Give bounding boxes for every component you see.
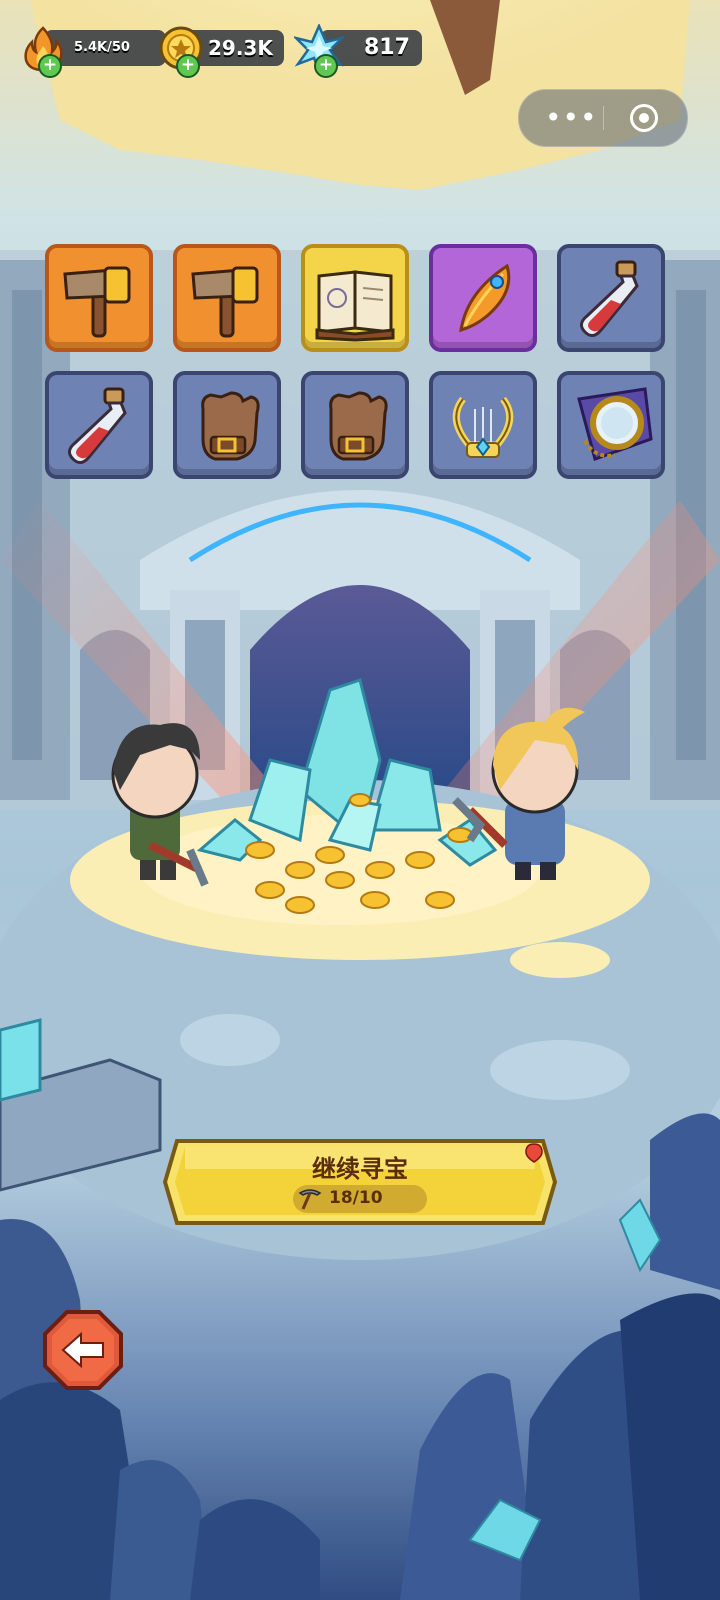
potion-icon <box>580 260 639 337</box>
progress-pill: 18/10 <box>293 1185 427 1213</box>
energy-add-icon[interactable]: + <box>38 54 62 78</box>
progress-text: 18/10 <box>329 1188 383 1208</box>
pickaxe-icon <box>298 1189 322 1210</box>
gem-counter[interactable]: 817 + <box>294 24 424 78</box>
red-dot-icon <box>525 1143 543 1163</box>
item-slot-leather-glove[interactable] <box>301 371 409 479</box>
pocket-watch-icon <box>577 387 653 461</box>
gem-add-icon[interactable]: + <box>314 54 338 78</box>
book-icon <box>315 270 395 342</box>
continue-label: 继续寻宝 <box>312 1155 408 1183</box>
lyre-icon <box>452 396 514 458</box>
capsule-divider <box>603 106 604 130</box>
item-slot-leather-glove[interactable] <box>173 371 281 479</box>
hammer-icon <box>63 266 131 338</box>
item-slot-lyre[interactable] <box>429 371 537 479</box>
energy-counter[interactable]: 5.4K/50 + <box>18 24 166 78</box>
gem-value: 817 <box>364 35 410 60</box>
coin-counter[interactable]: 29.3K + <box>156 24 286 78</box>
item-slot-hammer[interactable] <box>45 244 153 352</box>
item-slot-red-potion[interactable] <box>45 371 153 479</box>
continue-treasure-button[interactable]: 继续寻宝 18/10 <box>163 1137 557 1227</box>
glove-icon <box>329 391 388 461</box>
miniprogram-capsule: ••• <box>518 89 688 147</box>
back-arrow-icon[interactable] <box>43 1310 123 1390</box>
glove-icon <box>201 391 260 461</box>
potion-icon <box>68 387 127 464</box>
item-slot-pocket-watch[interactable] <box>557 371 665 479</box>
hammer-icon <box>191 266 259 338</box>
item-slot-hammer[interactable] <box>173 244 281 352</box>
item-slot-spellbook[interactable] <box>301 244 409 352</box>
more-dots-icon[interactable]: ••• <box>545 104 598 132</box>
coin-value: 29.3K <box>208 36 273 60</box>
coin-add-icon[interactable]: + <box>176 54 200 78</box>
energy-value: 5.4K/50 <box>74 40 130 55</box>
target-close-icon[interactable] <box>630 104 658 132</box>
feather-icon <box>459 263 511 333</box>
item-slot-red-potion[interactable] <box>557 244 665 352</box>
treasure-scene: 5.4K/50 + 29.3K + 817 + ••• 继续寻宝 18/10 <box>0 0 720 1600</box>
item-slot-phoenix-feather[interactable] <box>429 244 537 352</box>
